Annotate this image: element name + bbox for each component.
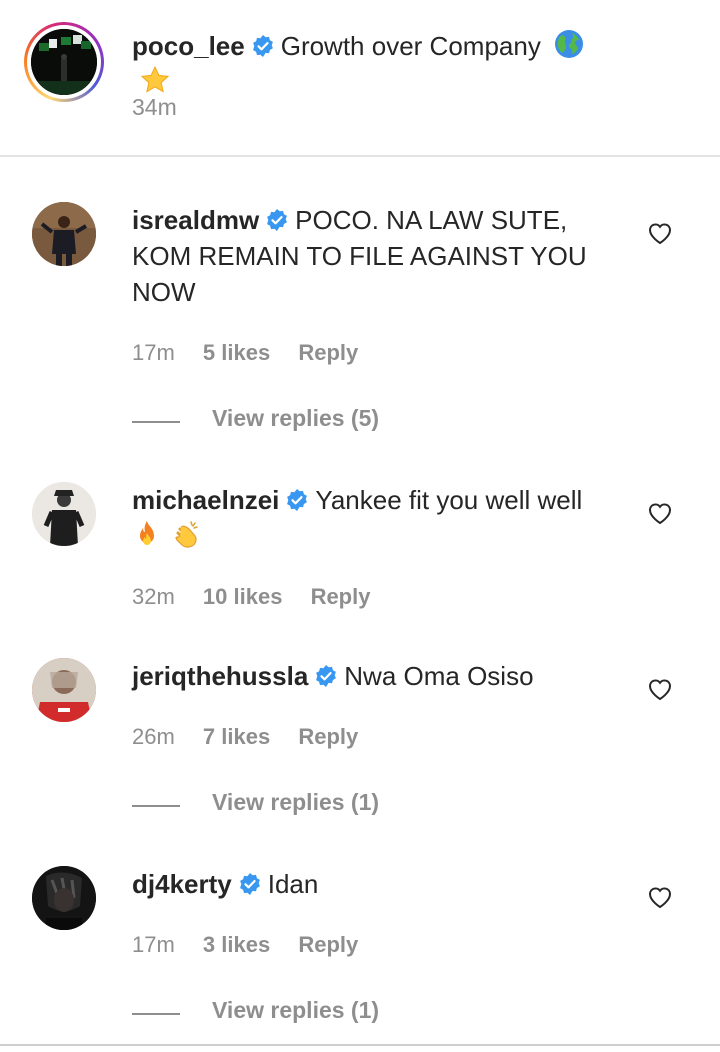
bottom-divider — [0, 1044, 720, 1046]
verified-badge-icon — [316, 665, 337, 687]
verified-badge-icon — [267, 209, 288, 231]
like-heart-icon[interactable] — [647, 677, 673, 701]
reply-button[interactable]: Reply — [298, 340, 358, 365]
caption-username[interactable]: poco_lee — [132, 31, 245, 61]
caption-time: 34m — [132, 94, 177, 120]
comment-time: 26m — [132, 724, 175, 749]
comment-likes[interactable]: 3 likes — [203, 932, 270, 957]
reply-button[interactable]: Reply — [298, 932, 358, 957]
comment-likes[interactable]: 5 likes — [203, 340, 270, 365]
comment-likes[interactable]: 10 likes — [203, 584, 283, 609]
star-icon — [140, 65, 170, 93]
comment-username[interactable]: isrealdmw — [132, 205, 259, 235]
comment-username[interactable]: dj4kerty — [132, 869, 232, 899]
view-replies-label: View replies (5) — [212, 405, 380, 431]
globe-icon — [555, 30, 584, 58]
comment-username[interactable]: michaelnzei — [132, 485, 279, 515]
post-caption: poco_lee Growth over Company 34m — [0, 0, 720, 156]
like-heart-icon[interactable] — [647, 885, 673, 909]
comment-text: Nwa Oma Osiso — [344, 661, 534, 691]
avatar[interactable] — [32, 866, 96, 930]
avatar[interactable] — [32, 202, 96, 266]
comment-text: Yankee fit you well well — [315, 485, 583, 515]
reply-button[interactable]: Reply — [298, 724, 358, 749]
reply-button[interactable]: Reply — [311, 584, 371, 609]
comment-time: 17m — [132, 932, 175, 957]
comment-time: 17m — [132, 340, 175, 365]
fire-icon — [140, 521, 154, 545]
caption-text: Growth over Company — [280, 31, 541, 61]
comment-text: Idan — [267, 869, 319, 899]
like-heart-icon[interactable] — [647, 501, 673, 525]
view-replies-label: View replies (1) — [212, 789, 380, 815]
like-heart-icon[interactable] — [647, 221, 673, 245]
clapping-hands-icon — [175, 521, 198, 548]
view-replies-label: View replies (1) — [212, 997, 380, 1023]
verified-badge-icon — [252, 35, 273, 57]
comment-time: 32m — [132, 584, 175, 609]
verified-badge-icon — [239, 873, 260, 895]
comment-username[interactable]: jeriqthehussla — [132, 661, 308, 691]
verified-badge-icon — [287, 489, 308, 511]
caption-divider — [0, 155, 720, 157]
avatar[interactable] — [32, 482, 96, 546]
caption-avatar[interactable] — [24, 22, 104, 102]
avatar[interactable] — [32, 658, 96, 722]
comment-likes[interactable]: 7 likes — [203, 724, 270, 749]
